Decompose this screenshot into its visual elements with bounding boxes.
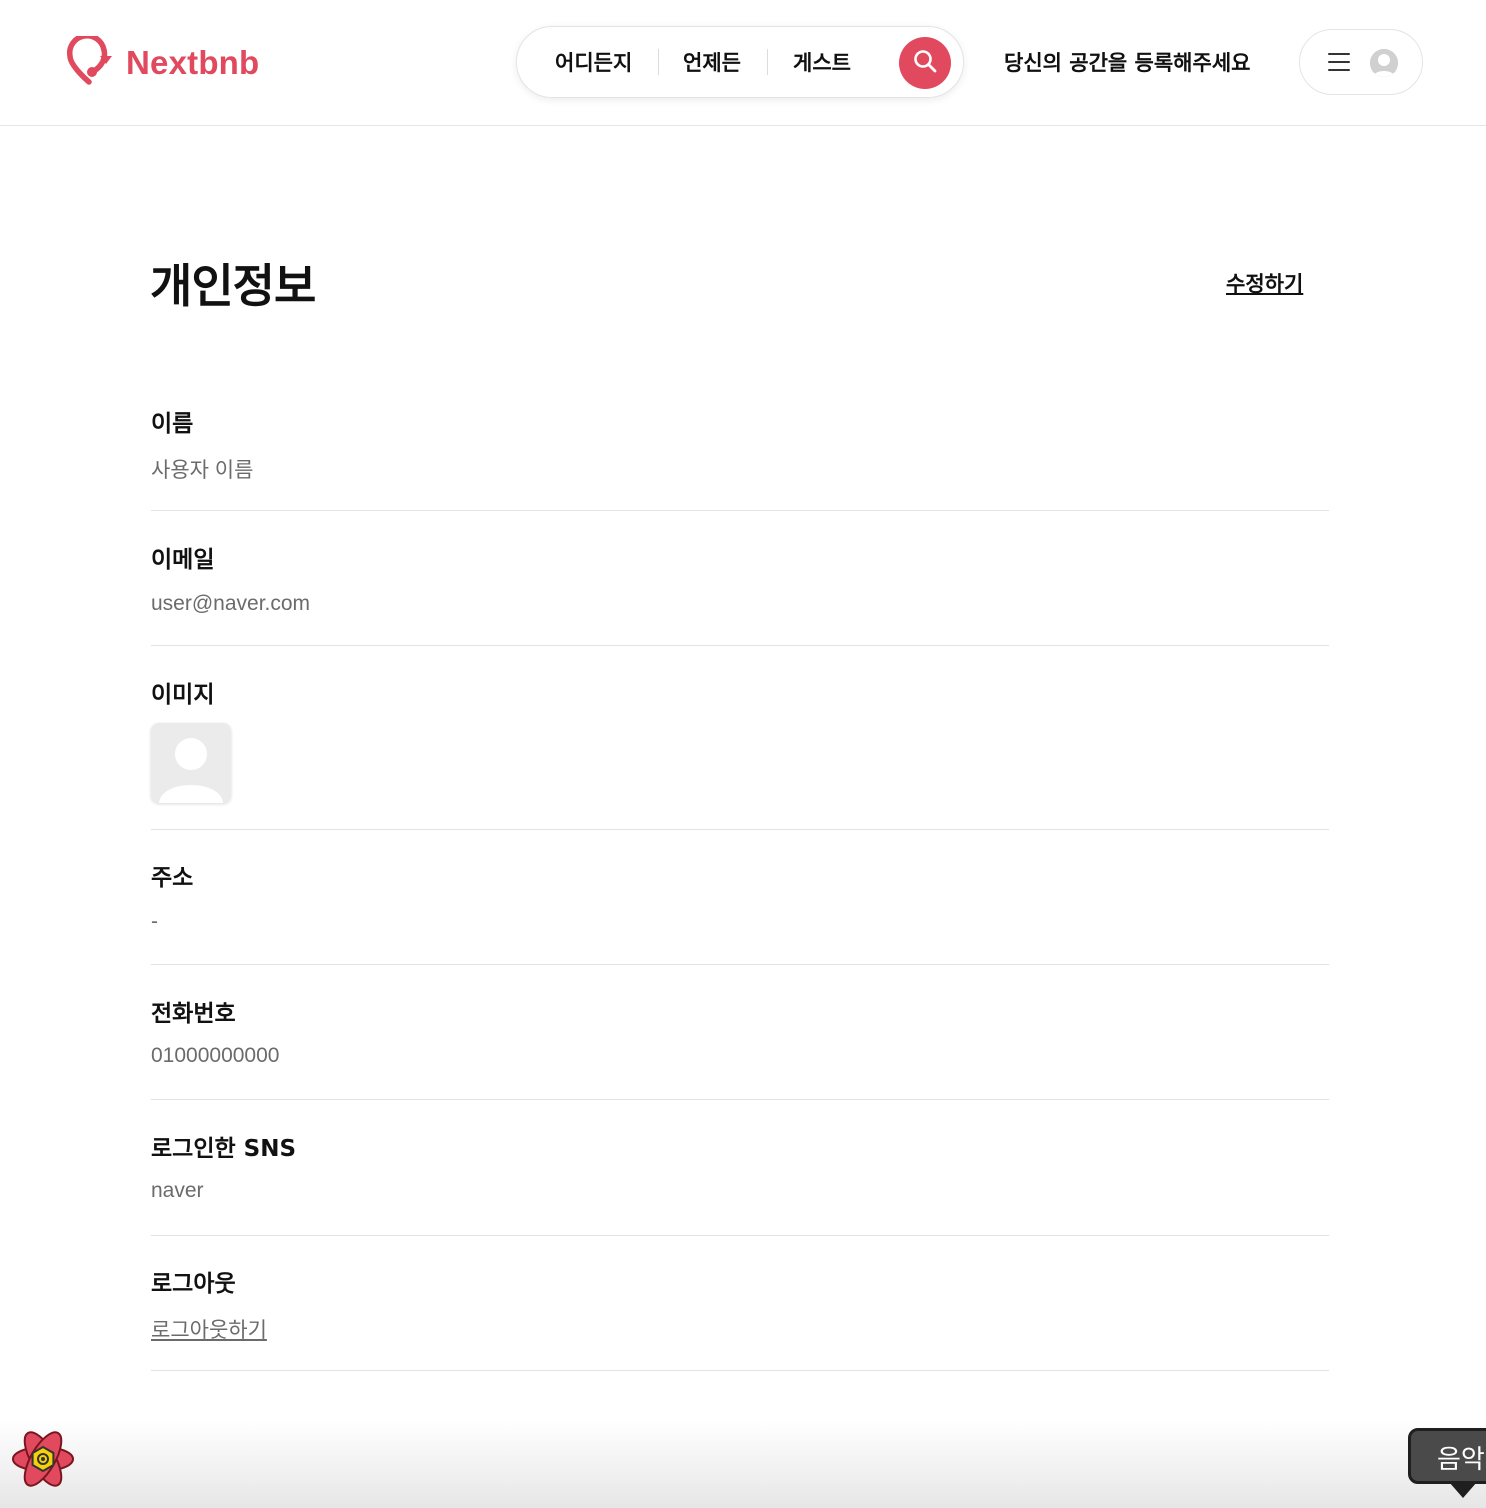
email-value: user@naver.com bbox=[151, 592, 311, 615]
search-icon bbox=[912, 48, 938, 78]
music-tooltip[interactable]: 음악 bbox=[1408, 1428, 1486, 1498]
address-label: 주소 bbox=[151, 865, 194, 891]
image-label: 이미지 bbox=[151, 682, 215, 708]
sns-label: 로그인한 SNS bbox=[151, 1136, 297, 1162]
email-section: 이메일 user@naver.com bbox=[151, 540, 1329, 646]
search-divider bbox=[767, 49, 768, 75]
name-value: 사용자 이름 bbox=[151, 459, 254, 482]
brand-name: Nextbnb bbox=[126, 44, 260, 81]
page-title: 개인정보 bbox=[150, 259, 316, 313]
edit-profile-link[interactable]: 수정하기 bbox=[1226, 268, 1303, 298]
address-section: 주소 - bbox=[151, 858, 1329, 965]
email-label: 이메일 bbox=[151, 547, 215, 573]
search-button[interactable] bbox=[899, 37, 951, 89]
name-section: 이름 사용자 이름 bbox=[151, 404, 1329, 511]
image-section: 이미지 bbox=[151, 647, 1329, 830]
logout-link[interactable]: 로그아웃하기 bbox=[151, 1314, 267, 1344]
menu-icon bbox=[1328, 53, 1350, 71]
logout-section: 로그아웃 로그아웃하기 bbox=[151, 1264, 1329, 1371]
search-bar[interactable]: 어디든지 언제든 게스트 bbox=[516, 26, 964, 98]
search-when[interactable]: 언제든 bbox=[683, 47, 741, 77]
profile-image bbox=[151, 723, 231, 803]
logo-icon bbox=[64, 32, 114, 90]
search-divider bbox=[658, 49, 659, 75]
phone-section: 전화번호 01000000000 bbox=[151, 994, 1329, 1100]
user-menu-button[interactable] bbox=[1299, 29, 1423, 95]
react-devtools-icon[interactable] bbox=[10, 1426, 76, 1492]
sns-section: 로그인한 SNS naver bbox=[151, 1129, 1329, 1236]
logo[interactable]: Nextbnb bbox=[64, 32, 260, 90]
search-where[interactable]: 어디든지 bbox=[555, 47, 632, 77]
top-navbar: Nextbnb 어디든지 언제든 게스트 당신의 공간을 등록해주세요 bbox=[0, 0, 1486, 126]
avatar bbox=[1370, 49, 1398, 77]
address-value: - bbox=[151, 910, 158, 933]
phone-label: 전화번호 bbox=[151, 1001, 236, 1027]
name-label: 이름 bbox=[151, 411, 194, 437]
register-space-link[interactable]: 당신의 공간을 등록해주세요 bbox=[1004, 47, 1250, 77]
sns-value: naver bbox=[151, 1179, 204, 1202]
search-guests[interactable]: 게스트 bbox=[793, 47, 851, 77]
bottom-shadow bbox=[0, 1420, 1486, 1508]
logout-label: 로그아웃 bbox=[151, 1271, 236, 1297]
phone-value: 01000000000 bbox=[151, 1044, 280, 1067]
